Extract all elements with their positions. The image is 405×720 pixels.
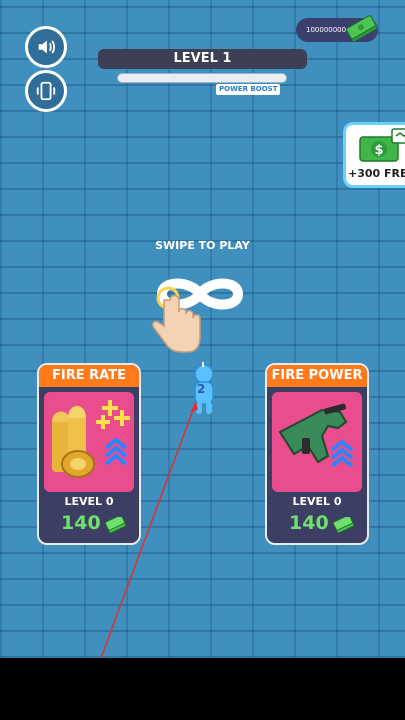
cash-icon — [105, 517, 127, 533]
card-title: FIRE RATE — [39, 365, 139, 387]
card-art — [44, 392, 134, 492]
bullets-icon — [52, 400, 130, 478]
cash-icon — [333, 517, 355, 533]
aim-line — [100, 401, 198, 658]
bottom-black-bar — [0, 658, 405, 720]
game-scene[interactable]: 100000000 LEVEL 1 POWER BOOST $ +300 FRE… — [0, 0, 405, 658]
gun-icon — [278, 403, 354, 468]
card-level: LEVEL 0 — [64, 495, 114, 508]
fire-power-upgrade-card[interactable]: FIRE POWER LEVEL 0 140 — [265, 363, 369, 545]
card-level: LEVEL 0 — [292, 495, 342, 508]
card-art — [272, 392, 362, 492]
fire-rate-upgrade-card[interactable]: FIRE RATE LEVEL 0 140 — [37, 363, 141, 545]
card-title: FIRE POWER — [267, 365, 367, 387]
card-price: 140 — [289, 512, 329, 534]
card-price: 140 — [61, 512, 101, 534]
